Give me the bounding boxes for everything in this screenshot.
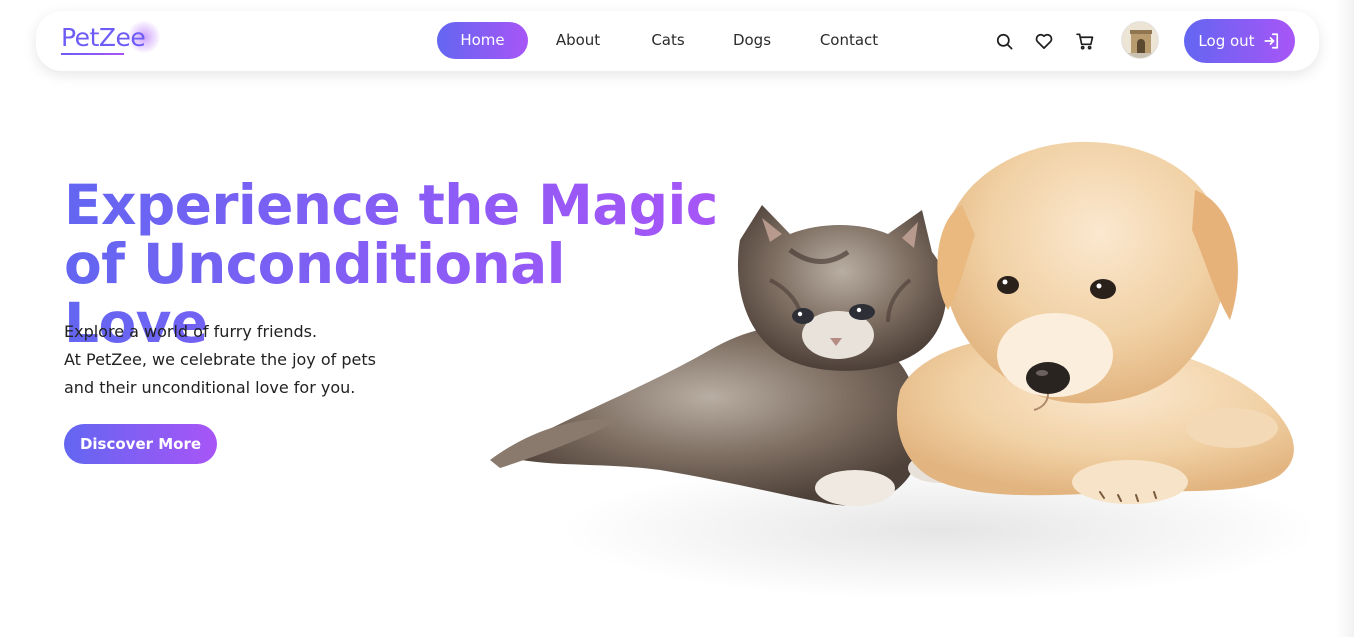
logout-button[interactable]: Log out xyxy=(1184,19,1295,63)
logout-icon xyxy=(1263,33,1278,49)
nav-cats[interactable]: Cats xyxy=(648,22,688,59)
hero-description: Explore a world of furry friends. At Pet… xyxy=(64,318,424,402)
cart-icon[interactable] xyxy=(1074,30,1096,52)
navbar: PetZee Home About Cats Dogs Contact Log … xyxy=(36,11,1319,71)
hero-description-line2: At PetZee, we celebrate the joy of pets xyxy=(64,350,376,369)
avatar[interactable] xyxy=(1121,21,1159,59)
nav-about[interactable]: About xyxy=(552,22,604,59)
nav-contact[interactable]: Contact xyxy=(819,22,879,59)
logout-label: Log out xyxy=(1198,32,1255,50)
nav-home[interactable]: Home xyxy=(437,22,528,59)
discover-more-button[interactable]: Discover More xyxy=(64,424,217,464)
heart-icon[interactable] xyxy=(1033,30,1055,52)
page: PetZee Home About Cats Dogs Contact Log … xyxy=(0,0,1354,637)
avatar-arch-image xyxy=(1122,22,1158,58)
logo-underline xyxy=(61,53,124,55)
hero-description-line3: and their unconditional love for you. xyxy=(64,378,356,397)
search-icon[interactable] xyxy=(993,30,1015,52)
hero-pets-image xyxy=(490,141,1310,600)
nav-dogs[interactable]: Dogs xyxy=(731,22,773,59)
brand-logo[interactable]: PetZee xyxy=(61,23,146,52)
hero-description-line1: Explore a world of furry friends. xyxy=(64,322,318,341)
